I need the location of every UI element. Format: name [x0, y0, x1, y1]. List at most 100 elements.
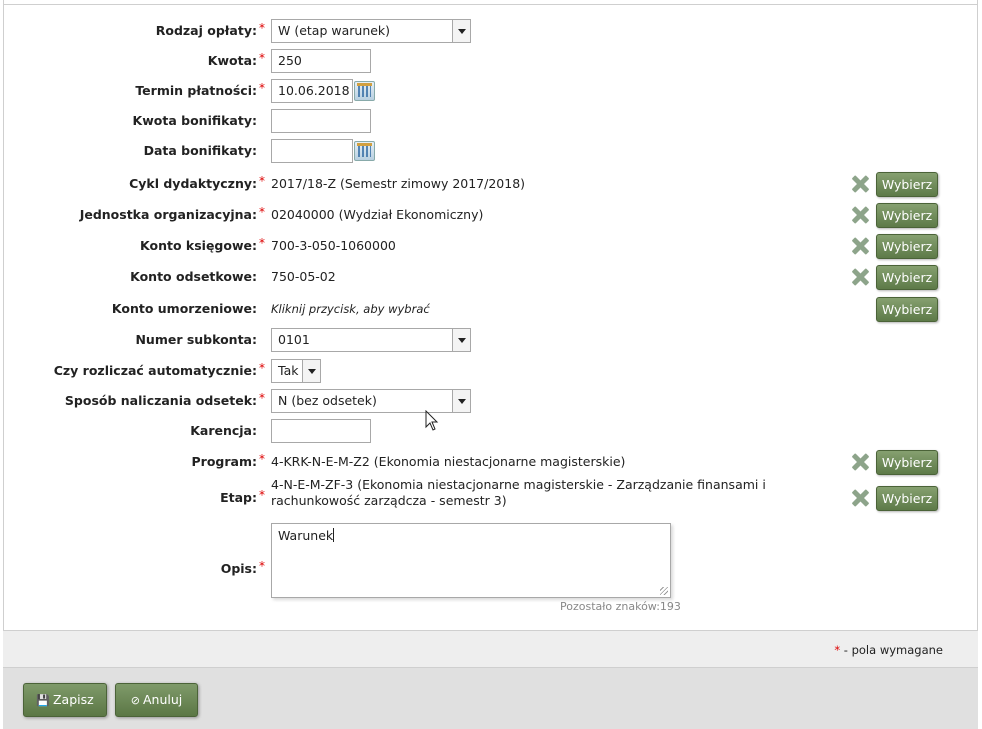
- wybierz-button[interactable]: Wybierz: [876, 172, 938, 197]
- clear-x-icon[interactable]: [850, 174, 870, 194]
- rodzaj-oplaty-select[interactable]: W (etap warunek): [271, 19, 471, 43]
- required-star: *: [259, 51, 265, 65]
- row-konto-umorzeniowe: Konto umorzeniowe: Kliknij przycisk, aby…: [0, 297, 982, 322]
- sposob-naliczania-select[interactable]: N (bez odsetek): [271, 389, 471, 413]
- wybierz-button[interactable]: Wybierz: [876, 265, 938, 290]
- row-rodzaj-oplaty: Rodzaj opłaty: * W (etap warunek): [0, 19, 982, 43]
- opis-text: Warunek: [278, 528, 334, 543]
- required-star: *: [259, 205, 265, 219]
- kwota-bonifikaty-input[interactable]: [271, 109, 371, 133]
- cykl-dydaktyczny-value: 2017/18-Z (Semestr zimowy 2017/2018): [271, 176, 526, 191]
- required-star: *: [259, 21, 265, 35]
- karencja-input[interactable]: [271, 419, 371, 443]
- row-data-bonifikaty: Data bonifikaty:: [0, 139, 982, 163]
- row-etap: Etap: * 4-N-E-M-ZF-3 (Ekonomia niestacjo…: [0, 477, 982, 511]
- resize-handle-icon[interactable]: [660, 587, 668, 595]
- save-label: Zapisz: [52, 692, 94, 707]
- label-konto-umorzeniowe: Konto umorzeniowe:: [111, 301, 257, 316]
- label-opis: Opis:: [220, 561, 257, 576]
- konto-umorzeniowe-hint: Kliknij przycisk, aby wybrać: [271, 302, 430, 316]
- opis-textarea[interactable]: Warunek: [271, 523, 671, 598]
- konto-ksiegowe-value: 700-3-050-1060000: [271, 238, 396, 253]
- etap-value: 4-N-E-M-ZF-3 (Ekonomia niestacjonarne ma…: [271, 477, 766, 509]
- required-star: *: [259, 361, 265, 375]
- text-caret: [333, 528, 335, 542]
- required-note-bar: * - pola wymagane: [3, 630, 978, 668]
- required-star: *: [834, 643, 841, 657]
- konto-odsetkowe-value: 750-05-02: [271, 269, 336, 284]
- required-star: *: [259, 174, 265, 188]
- calendar-icon[interactable]: [354, 81, 375, 101]
- chevron-down-icon[interactable]: [452, 390, 470, 412]
- label-jednostka-organizacyjna: Jednostka organizacyjna:: [79, 207, 257, 222]
- cancel-icon: ⊘: [130, 694, 140, 707]
- label-cykl-dydaktyczny: Cykl dydaktyczny:: [129, 176, 257, 191]
- required-star: *: [259, 81, 265, 95]
- row-czy-rozliczac: Czy rozliczać automatycznie: * Tak: [0, 359, 982, 383]
- char-counter: Pozostało znaków:193: [560, 600, 681, 613]
- chevron-down-icon[interactable]: [452, 329, 470, 351]
- kwota-input[interactable]: 250: [271, 49, 371, 73]
- termin-platnosci-input[interactable]: 10.06.2018: [271, 79, 353, 103]
- label-konto-ksiegowe: Konto księgowe:: [140, 238, 257, 253]
- row-konto-odsetkowe: Konto odsetkowe: 750-05-02 Wybierz: [0, 265, 982, 290]
- row-karencja: Karencja:: [0, 419, 982, 443]
- clear-x-icon[interactable]: [850, 488, 870, 508]
- wybierz-button[interactable]: Wybierz: [876, 203, 938, 228]
- chevron-down-icon[interactable]: [452, 20, 470, 42]
- czy-rozliczac-select[interactable]: Tak: [271, 359, 321, 383]
- program-value: 4-KRK-N-E-M-Z2 (Ekonomia niestacjonarne …: [271, 454, 626, 469]
- mouse-cursor-icon: [425, 410, 439, 431]
- row-kwota: Kwota: * 250: [0, 49, 982, 73]
- clear-x-icon[interactable]: [850, 236, 870, 256]
- wybierz-button[interactable]: Wybierz: [876, 486, 938, 511]
- label-czy-rozliczac: Czy rozliczać automatycznie:: [53, 363, 257, 378]
- save-icon: 💾: [36, 694, 50, 707]
- row-jednostka-organizacyjna: Jednostka organizacyjna: * 02040000 (Wyd…: [0, 203, 982, 228]
- required-star: *: [259, 488, 265, 502]
- label-kwota-bonifikaty: Kwota bonifikaty:: [132, 113, 257, 128]
- czy-rozliczac-value: Tak: [278, 363, 299, 378]
- row-sposob-naliczania: Sposób naliczania odsetek: * N (bez odse…: [0, 389, 982, 413]
- etap-value-line1: 4-N-E-M-ZF-3 (Ekonomia niestacjonarne ma…: [271, 477, 766, 492]
- row-kwota-bonifikaty: Kwota bonifikaty:: [0, 109, 982, 133]
- numer-subkonta-value: 0101: [278, 332, 310, 347]
- label-konto-odsetkowe: Konto odsetkowe:: [130, 269, 257, 284]
- jednostka-organizacyjna-value: 02040000 (Wydział Ekonomiczny): [271, 207, 484, 222]
- label-data-bonifikaty: Data bonifikaty:: [143, 143, 257, 158]
- clear-x-icon[interactable]: [850, 205, 870, 225]
- save-button[interactable]: 💾 Zapisz: [23, 683, 107, 717]
- clear-x-icon[interactable]: [850, 452, 870, 472]
- required-star: *: [259, 559, 265, 573]
- action-bar: 💾 Zapisz ⊘ Anuluj: [3, 668, 978, 729]
- required-note-text: - pola wymagane: [843, 643, 943, 657]
- wybierz-button[interactable]: Wybierz: [876, 234, 938, 259]
- cancel-button[interactable]: ⊘ Anuluj: [115, 683, 198, 717]
- required-note: * - pola wymagane: [834, 643, 943, 657]
- row-numer-subkonta: Numer subkonta: 0101: [0, 328, 982, 352]
- cancel-label: Anuluj: [142, 692, 183, 707]
- row-program: Program: * 4-KRK-N-E-M-Z2 (Ekonomia nies…: [0, 450, 982, 475]
- rodzaj-oplaty-value: W (etap warunek): [278, 23, 391, 38]
- row-termin-platnosci: Termin płatności: * 10.06.2018: [0, 79, 982, 103]
- numer-subkonta-select[interactable]: 0101: [271, 328, 471, 352]
- chevron-down-icon[interactable]: [302, 360, 320, 382]
- wybierz-button[interactable]: Wybierz: [876, 450, 938, 475]
- wybierz-button[interactable]: Wybierz: [876, 297, 938, 322]
- label-sposob-naliczania: Sposób naliczania odsetek:: [64, 393, 257, 408]
- row-konto-ksiegowe: Konto księgowe: * 700-3-050-1060000 Wybi…: [0, 234, 982, 259]
- label-termin-platnosci: Termin płatności:: [135, 83, 257, 98]
- label-program: Program:: [191, 454, 258, 469]
- etap-value-line2: rachunkowość zarządcza - semestr 3): [271, 493, 507, 508]
- label-numer-subkonta: Numer subkonta:: [135, 332, 257, 347]
- label-etap: Etap:: [220, 490, 257, 505]
- required-star: *: [259, 391, 265, 405]
- calendar-icon[interactable]: [354, 141, 375, 161]
- sposob-naliczania-value: N (bez odsetek): [278, 393, 377, 408]
- clear-x-icon[interactable]: [850, 267, 870, 287]
- label-kwota: Kwota:: [207, 53, 257, 68]
- row-cykl-dydaktyczny: Cykl dydaktyczny: * 2017/18-Z (Semestr z…: [0, 172, 982, 197]
- data-bonifikaty-input[interactable]: [271, 139, 353, 163]
- label-karencja: Karencja:: [190, 423, 257, 438]
- required-star: *: [259, 236, 265, 250]
